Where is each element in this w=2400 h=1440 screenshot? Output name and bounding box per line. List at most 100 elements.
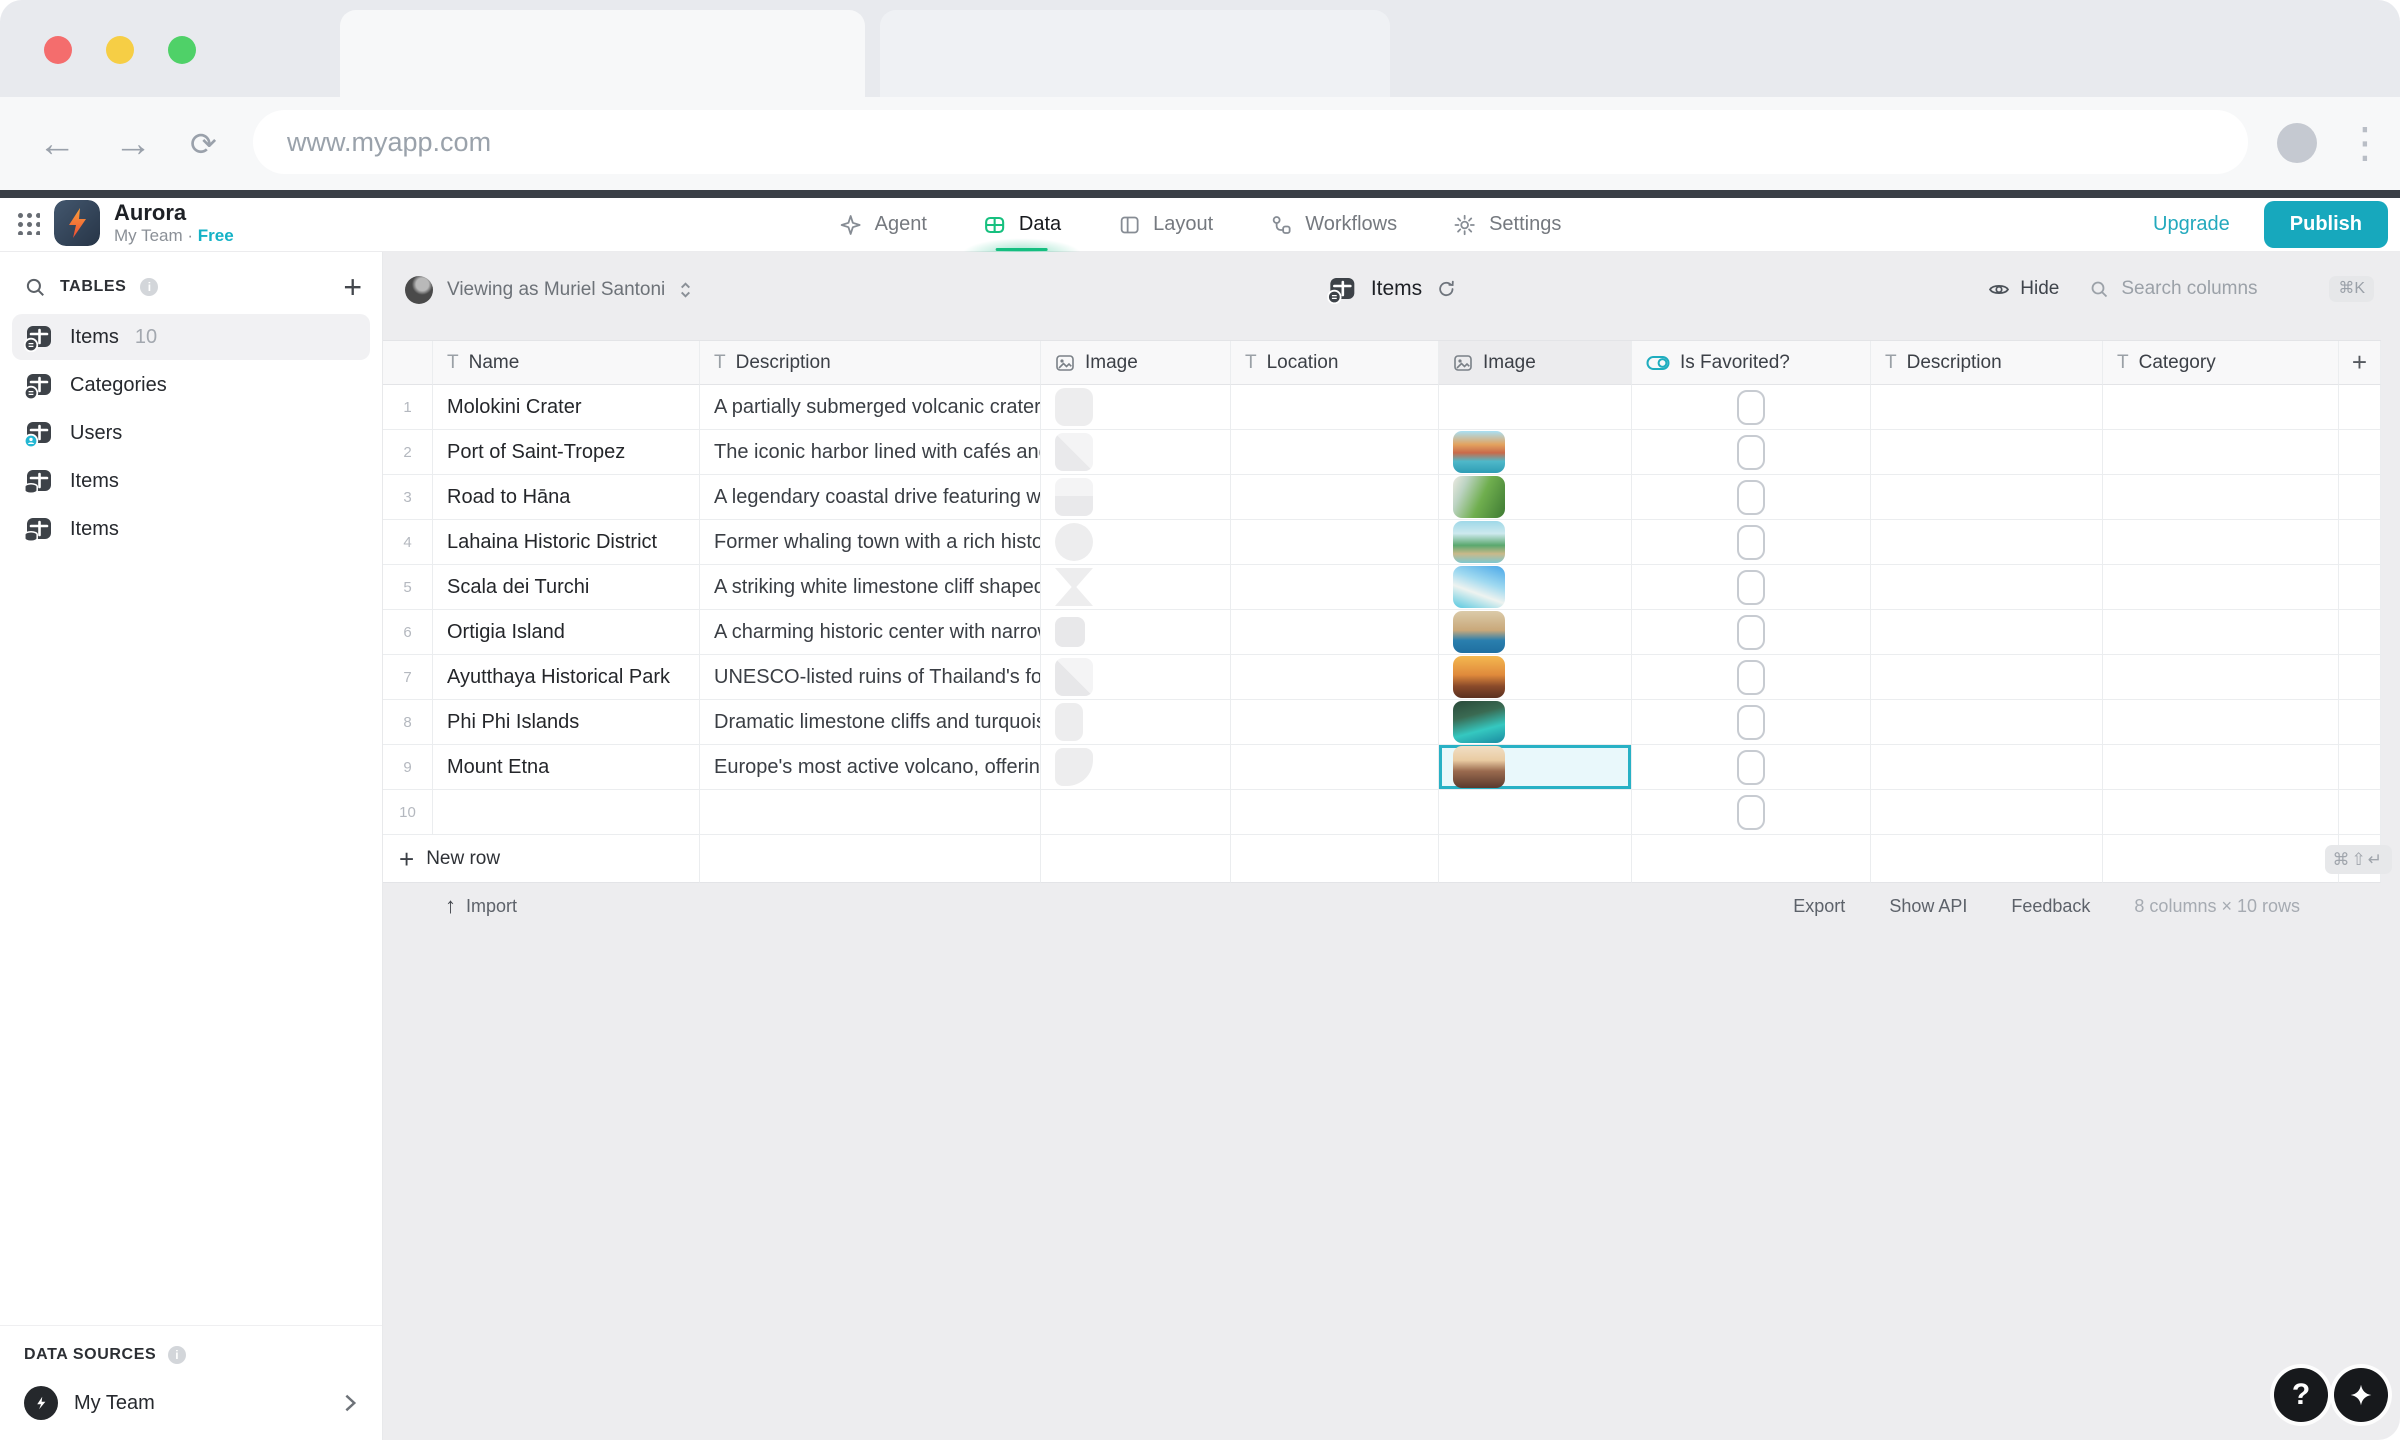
cell-category[interactable] [2103,475,2339,520]
add-table-button[interactable]: + [343,277,362,297]
sidebar-table-users[interactable]: Users [12,410,370,456]
cell-location[interactable] [1231,700,1439,745]
cell-location[interactable] [1231,430,1439,475]
checkbox-unchecked[interactable] [1737,660,1765,695]
cell-description-2[interactable] [1871,745,2103,790]
minimize-window-button[interactable] [106,36,134,64]
browser-tab-active[interactable] [340,10,865,97]
cell-is-favorited[interactable] [1632,610,1871,655]
cell-image-2[interactable] [1439,385,1632,430]
new-row[interactable]: +New row [383,835,2381,883]
row-number[interactable]: 7 [383,655,433,700]
row-number[interactable]: 8 [383,700,433,745]
cell-description-2[interactable] [1871,565,2103,610]
cell-description[interactable]: A charming historic center with narrow s… [700,610,1041,655]
feedback-button[interactable]: Feedback [2011,896,2090,917]
cell-is-favorited[interactable] [1632,430,1871,475]
cell-is-favorited[interactable] [1632,745,1871,790]
cell-name[interactable]: Ayutthaya Historical Park [433,655,700,700]
cell-location[interactable] [1231,655,1439,700]
cell-location[interactable] [1231,565,1439,610]
cell-category[interactable] [2103,430,2339,475]
column-header-name[interactable]: TName [433,341,700,385]
cell-image-1[interactable] [1041,655,1231,700]
tab-layout[interactable]: Layout [1117,198,1213,251]
import-button[interactable]: ↑ Import [445,893,517,919]
cell-description-2[interactable] [1871,475,2103,520]
cell-location[interactable] [1231,520,1439,565]
cell-is-favorited[interactable] [1632,520,1871,565]
cell-description[interactable]: A striking white limestone cliff shaped … [700,565,1041,610]
cell-description[interactable]: A legendary coastal drive featuring wate… [700,475,1041,520]
cell-is-favorited[interactable] [1632,475,1871,520]
search-icon[interactable] [24,276,46,298]
browser-tab-inactive[interactable] [880,10,1390,97]
cell-is-favorited[interactable] [1632,565,1871,610]
cell-is-favorited[interactable] [1632,700,1871,745]
cell-category[interactable] [2103,655,2339,700]
cell-is-favorited[interactable] [1632,385,1871,430]
cell-location[interactable] [1231,745,1439,790]
app-logo[interactable] [54,200,100,246]
cell-image-2[interactable] [1439,475,1632,520]
cell-description[interactable]: Europe's most active volcano, offering d… [700,745,1041,790]
cell-description-2[interactable] [1871,430,2103,475]
cell-location[interactable] [1231,475,1439,520]
cell-category[interactable] [2103,520,2339,565]
row-number[interactable]: 6 [383,610,433,655]
sidebar-table-items-3[interactable]: Items [12,506,370,552]
cell-name[interactable]: Ortigia Island [433,610,700,655]
publish-button[interactable]: Publish [2264,201,2388,248]
cell-name[interactable]: Road to Hāna [433,475,700,520]
data-source-my-team[interactable]: My Team [24,1386,358,1420]
column-header-image-2[interactable]: Image [1439,341,1632,385]
column-header-description-2[interactable]: TDescription [1871,341,2103,385]
cell-description[interactable]: Dramatic limestone cliffs and turquoise … [700,700,1041,745]
column-header-category[interactable]: TCategory [2103,341,2339,385]
export-button[interactable]: Export [1793,896,1845,917]
cell-description-2[interactable] [1871,385,2103,430]
url-bar[interactable]: www.myapp.com [253,110,2248,174]
cell-name[interactable]: Phi Phi Islands [433,700,700,745]
cell-image-1[interactable] [1041,745,1231,790]
reload-icon[interactable]: ⟳ [190,128,217,160]
column-header-description[interactable]: TDescription [700,341,1041,385]
sidebar-table-categories[interactable]: Categories [12,362,370,408]
maximize-window-button[interactable] [168,36,196,64]
show-api-button[interactable]: Show API [1889,896,1967,917]
cell-description-2[interactable] [1871,700,2103,745]
new-row-button[interactable]: +New row [383,835,700,883]
tab-workflows[interactable]: Workflows [1269,198,1397,251]
cell-is-favorited[interactable] [1632,655,1871,700]
checkbox-unchecked[interactable] [1737,390,1765,425]
browser-profile-avatar[interactable] [2277,123,2317,163]
cell-description-2[interactable] [1871,520,2103,565]
cell-image-1[interactable] [1041,385,1231,430]
cell-image-2[interactable] [1439,430,1632,475]
checkbox-unchecked[interactable] [1737,615,1765,650]
cell-name[interactable]: Molokini Crater [433,385,700,430]
ai-assistant-button[interactable] [2334,1368,2388,1422]
cell-description-2[interactable] [1871,790,2103,835]
cell-category[interactable] [2103,700,2339,745]
app-switcher-icon[interactable] [16,211,40,235]
checkbox-unchecked[interactable] [1737,435,1765,470]
cell-description[interactable] [700,790,1041,835]
browser-menu-icon[interactable]: ⋮ [2344,111,2386,175]
sidebar-table-items[interactable]: Items 10 [12,314,370,360]
cell-image-1[interactable] [1041,520,1231,565]
close-window-button[interactable] [44,36,72,64]
cell-name[interactable]: Mount Etna [433,745,700,790]
cell-description[interactable]: The iconic harbor lined with cafés and y… [700,430,1041,475]
cell-location[interactable] [1231,610,1439,655]
refresh-icon[interactable] [1436,279,1456,299]
back-icon[interactable]: ← [38,125,76,163]
hide-fields-button[interactable]: Hide [1988,278,2059,300]
cell-image-2[interactable] [1439,610,1632,655]
row-number[interactable]: 3 [383,475,433,520]
column-header-location[interactable]: TLocation [1231,341,1439,385]
cell-category[interactable] [2103,565,2339,610]
cell-description[interactable]: UNESCO-listed ruins of Thailand's former… [700,655,1041,700]
cell-image-2[interactable] [1439,790,1632,835]
cell-description-2[interactable] [1871,610,2103,655]
